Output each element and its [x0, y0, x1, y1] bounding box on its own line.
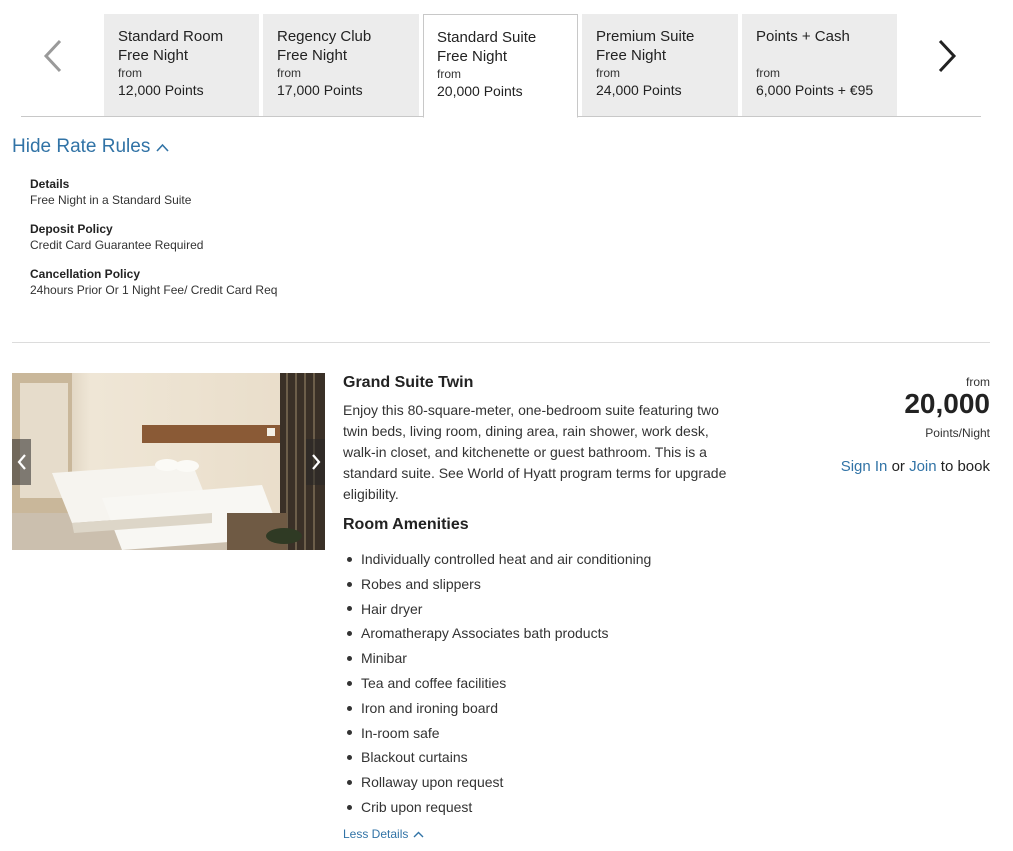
tab-from: from — [596, 66, 620, 80]
list-item: Crib upon request — [343, 795, 651, 820]
tabs-next-arrow-icon[interactable] — [929, 36, 965, 76]
amenity-label: Aromatherapy Associates bath products — [361, 625, 609, 642]
bullet-icon — [347, 631, 352, 637]
rate-tabs: Standard Room Free Night from 12,000 Poi… — [21, 14, 981, 118]
section-divider — [12, 342, 990, 343]
sign-in-link[interactable]: Sign In — [841, 458, 888, 475]
tab-premium-suite[interactable]: Premium Suite Free Night from 24,000 Poi… — [582, 14, 738, 116]
bullet-icon — [347, 804, 352, 810]
hide-rate-rules-toggle[interactable]: Hide Rate Rules — [12, 136, 169, 158]
bullet-icon — [347, 606, 352, 612]
bullet-icon — [347, 730, 352, 736]
room-photo-carousel[interactable] — [12, 373, 325, 550]
price-unit-label: Points/Night — [925, 426, 990, 440]
bullet-icon — [347, 755, 352, 761]
list-item: Iron and ironing board — [343, 696, 651, 721]
amenity-label: Crib upon request — [361, 798, 473, 815]
list-item: Individually controlled heat and air con… — [343, 547, 651, 572]
list-item: Tea and coffee facilities — [343, 671, 651, 696]
less-details-link[interactable]: Less Details — [343, 827, 424, 841]
tab-points: 17,000 Points — [277, 82, 363, 98]
photo-next-arrow-icon[interactable] — [306, 439, 325, 485]
bullet-icon — [347, 705, 352, 711]
amenities-heading: Room Amenities — [343, 516, 469, 533]
bullet-icon — [347, 680, 352, 686]
rule-value: 24hours Prior Or 1 Night Fee/ Credit Car… — [30, 283, 278, 297]
tab-from: from — [437, 67, 461, 81]
amenity-label: In-room safe — [361, 724, 440, 741]
tab-name: Points + Cash — [756, 28, 850, 45]
hide-rate-rules-label: Hide Rate Rules — [12, 136, 151, 157]
price-from-label: from — [966, 375, 990, 389]
rule-heading: Cancellation Policy — [30, 267, 141, 281]
room-description: Enjoy this 80-square-meter, one-bedroom … — [343, 402, 727, 502]
rule-heading: Details — [30, 177, 70, 191]
list-item: Rollaway upon request — [343, 770, 651, 795]
less-details-label: Less Details — [343, 827, 409, 841]
rule-value: Credit Card Guarantee Required — [30, 238, 204, 252]
amenity-label: Blackout curtains — [361, 749, 468, 766]
chevron-up-icon — [413, 831, 424, 837]
tab-standard-suite[interactable]: Standard Suite Free Night from 20,000 Po… — [423, 14, 578, 118]
tab-name: Standard Suite Free Night — [437, 29, 537, 65]
list-item: Minibar — [343, 646, 651, 671]
amenity-label: Hair dryer — [361, 600, 423, 617]
bullet-icon — [347, 556, 352, 562]
list-item: Robes and slippers — [343, 572, 651, 597]
book-line: Sign In or Join to book — [841, 458, 990, 475]
room-photo — [12, 373, 325, 550]
bullet-icon — [347, 581, 352, 587]
list-item: Aromatherapy Associates bath products — [343, 621, 651, 646]
amenity-label: Tea and coffee facilities — [361, 674, 507, 691]
rule-heading: Deposit Policy — [30, 222, 113, 236]
chevron-up-icon — [156, 143, 169, 152]
rate-rules-panel: Details Free Night in a Standard Suite D… — [30, 177, 277, 312]
tab-from: from — [277, 66, 301, 80]
join-link[interactable]: Join — [909, 458, 937, 475]
tab-name: Regency Club Free Night — [277, 28, 372, 64]
tab-points: 6,000 Points + €95 — [756, 82, 874, 98]
tab-points: 20,000 Points — [437, 83, 523, 99]
rule-value: Free Night in a Standard Suite — [30, 193, 192, 207]
rule-details: Details Free Night in a Standard Suite — [30, 177, 277, 208]
tab-points: 12,000 Points — [118, 82, 204, 98]
tab-from: from — [118, 66, 142, 80]
tab-from: from — [756, 66, 780, 80]
photo-prev-arrow-icon[interactable] — [12, 439, 31, 485]
bullet-icon — [347, 780, 352, 786]
tab-standard-room[interactable]: Standard Room Free Night from 12,000 Poi… — [104, 14, 259, 116]
to-book-text: to book — [940, 458, 990, 475]
bullet-icon — [347, 656, 352, 662]
tabs-prev-arrow-icon[interactable] — [35, 36, 71, 76]
list-item: Blackout curtains — [343, 745, 651, 770]
price-points-value: 20,000 — [904, 388, 990, 419]
amenity-label: Iron and ironing board — [361, 699, 498, 716]
tab-name: Premium Suite Free Night — [596, 28, 695, 64]
tab-points: 24,000 Points — [596, 82, 682, 98]
tab-name: Standard Room Free Night — [118, 28, 224, 64]
rule-cancellation: Cancellation Policy 24hours Prior Or 1 N… — [30, 267, 277, 298]
amenity-label: Robes and slippers — [361, 575, 481, 592]
or-text: or — [891, 458, 905, 475]
tab-points-cash[interactable]: Points + Cash from 6,000 Points + €95 — [742, 14, 897, 116]
tab-regency-club[interactable]: Regency Club Free Night from 17,000 Poin… — [263, 14, 419, 116]
rule-deposit: Deposit Policy Credit Card Guarantee Req… — [30, 222, 277, 253]
amenities-list: Individually controlled heat and air con… — [343, 547, 651, 820]
amenity-label: Individually controlled heat and air con… — [361, 551, 652, 567]
amenity-label: Minibar — [361, 650, 407, 667]
amenity-label: Rollaway upon request — [361, 774, 504, 791]
room-title: Grand Suite Twin — [343, 374, 474, 391]
list-item: Hair dryer — [343, 597, 651, 622]
list-item: In-room safe — [343, 721, 651, 746]
